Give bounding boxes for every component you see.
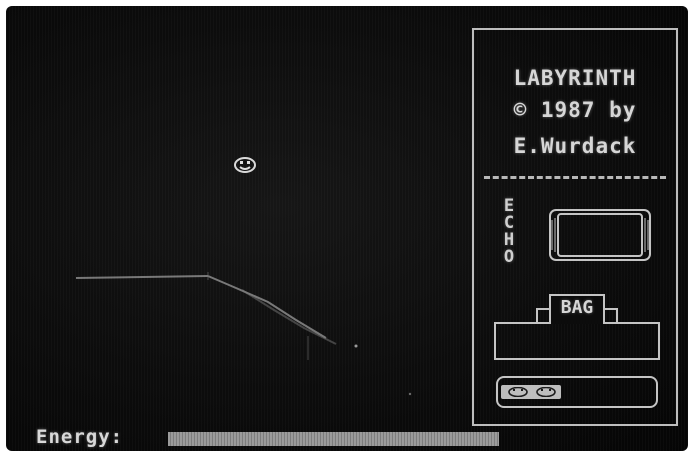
labyrinth-wall-drawing <box>75 272 412 396</box>
panel-divider <box>484 176 666 179</box>
echo-letter-o: O <box>503 247 515 267</box>
copyright-line: © 1987 by <box>513 98 637 122</box>
life-smiley-icon <box>508 387 528 397</box>
author-name: E.Wurdack <box>513 134 637 158</box>
info-panel: LABYRINTH © 1987 by E.Wurdack E C H O BA… <box>472 28 678 426</box>
wall-edge-lower <box>241 289 337 345</box>
lives-fill <box>501 385 561 399</box>
energy-bar-fill <box>168 432 500 446</box>
bag-label: BAG <box>549 294 605 324</box>
game-title: LABYRINTH <box>513 66 637 90</box>
echo-label: E C H O <box>500 198 518 266</box>
energy-bar <box>168 432 506 446</box>
floor-dot <box>354 344 358 348</box>
lives-bar <box>496 376 658 408</box>
labyrinth-view <box>36 26 466 426</box>
wall-edge-slope <box>207 275 327 339</box>
echo-display <box>549 209 651 261</box>
floor-dot <box>408 392 412 396</box>
life-smiley-icon <box>536 387 556 397</box>
energy-label: Energy: <box>36 426 124 448</box>
wall-edge-left <box>75 275 209 279</box>
bag-inventory <box>494 322 660 360</box>
player-smiley-icon <box>234 157 256 173</box>
game-screen: LABYRINTH © 1987 by E.Wurdack E C H O BA… <box>6 6 688 451</box>
